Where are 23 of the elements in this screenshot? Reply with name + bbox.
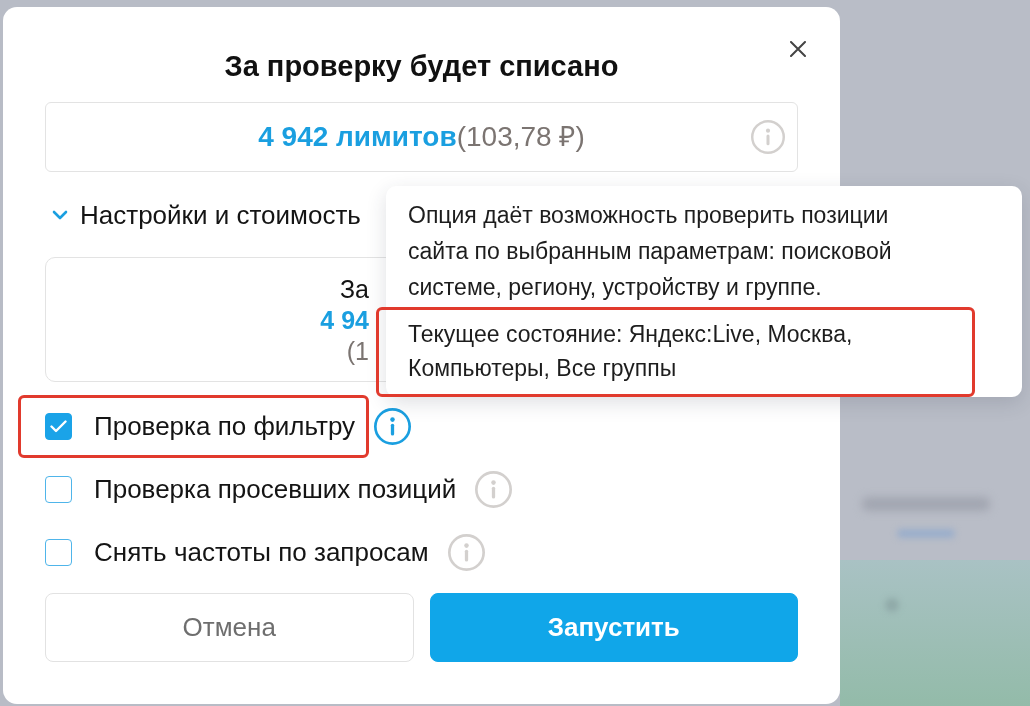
tooltip-text: Опция даёт возможность проверить позиции сайта по выбранным параметрам: поисковой системе, региону, устройству и группе. [408, 201, 893, 302]
option-label: Проверка по фильтру [94, 410, 356, 443]
checkmark-icon [50, 420, 67, 433]
info-icon[interactable] [475, 471, 513, 508]
limits-amount: 4 942 лимитов [258, 120, 457, 154]
cancel-button[interactable]: Отмена [45, 593, 414, 662]
info-icon[interactable] [447, 534, 485, 571]
option-label: Проверка просевших позиций [94, 473, 457, 506]
dialog-title: За проверку будет списано [224, 49, 619, 83]
close-icon[interactable] [790, 41, 806, 57]
checkbox[interactable] [45, 476, 72, 503]
checkbox[interactable] [45, 539, 72, 566]
price-text: (103,78 ₽) [456, 120, 585, 154]
start-button[interactable]: Запустить [429, 593, 798, 662]
option-label: Снять частоты по запросам [94, 536, 429, 569]
checkbox[interactable] [45, 413, 72, 440]
summary-text: (1 [346, 336, 369, 367]
summary-text: За [340, 274, 369, 305]
info-icon[interactable] [374, 408, 412, 445]
summary-text: 4 94 [320, 305, 369, 336]
info-icon[interactable] [751, 120, 785, 154]
settings-toggle[interactable]: Настройки и стоимость [45, 200, 361, 230]
tooltip-text: Текущее состояние: Яндекс:Live, Москва, Компьютеры, Все группы [376, 307, 975, 397]
